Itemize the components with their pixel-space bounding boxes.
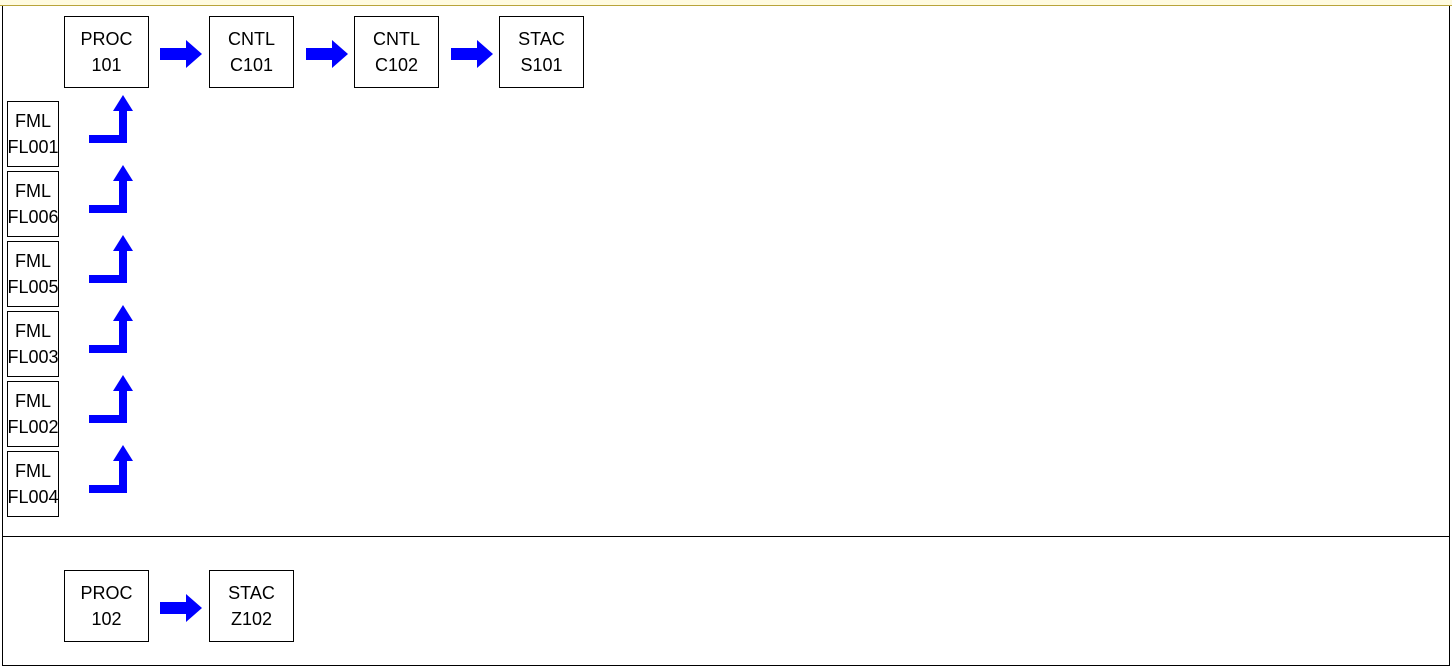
node-fml-fl001[interactable]: FML FL001 bbox=[7, 101, 59, 167]
node-id: FL006 bbox=[7, 207, 59, 227]
elbow-up-arrow-icon bbox=[89, 305, 133, 353]
node-type: PROC bbox=[80, 29, 133, 49]
node-type: FML bbox=[15, 181, 51, 201]
node-id: FL001 bbox=[7, 137, 59, 157]
node-id: Z102 bbox=[230, 609, 273, 629]
node-id: 102 bbox=[91, 609, 122, 629]
node-id: FL003 bbox=[7, 347, 59, 367]
node-proc-102[interactable]: PROC 102 bbox=[64, 570, 149, 642]
right-arrow-icon bbox=[306, 40, 348, 68]
node-cntl-c101[interactable]: CNTL C101 bbox=[209, 16, 294, 88]
node-id: C102 bbox=[374, 55, 419, 75]
node-type: STAC bbox=[228, 583, 275, 603]
node-id: 101 bbox=[91, 55, 122, 75]
right-arrow-icon bbox=[451, 40, 493, 68]
node-fml-fl003[interactable]: FML FL003 bbox=[7, 311, 59, 377]
node-type: FML bbox=[15, 251, 51, 271]
node-id: S101 bbox=[520, 55, 563, 75]
elbow-up-arrow-icon bbox=[89, 445, 133, 493]
node-fml-fl004[interactable]: FML FL004 bbox=[7, 451, 59, 517]
node-fml-fl002[interactable]: FML FL002 bbox=[7, 381, 59, 447]
node-fml-fl005[interactable]: FML FL005 bbox=[7, 241, 59, 307]
elbow-up-arrow-icon bbox=[89, 235, 133, 283]
node-id: FL004 bbox=[7, 487, 59, 507]
node-type: STAC bbox=[518, 29, 565, 49]
elbow-up-arrow-icon bbox=[89, 95, 133, 143]
node-id: FL005 bbox=[7, 277, 59, 297]
elbow-up-arrow-icon bbox=[89, 375, 133, 423]
node-type: FML bbox=[15, 321, 51, 341]
node-cntl-c102[interactable]: CNTL C102 bbox=[354, 16, 439, 88]
node-type: FML bbox=[15, 391, 51, 411]
node-type: CNTL bbox=[372, 29, 420, 49]
right-arrow-icon bbox=[160, 40, 202, 68]
node-type: FML bbox=[15, 111, 51, 131]
node-fml-fl006[interactable]: FML FL006 bbox=[7, 171, 59, 237]
elbow-up-arrow-icon bbox=[89, 165, 133, 213]
right-arrow-icon bbox=[160, 594, 202, 622]
node-type: PROC bbox=[80, 583, 133, 603]
node-id: FL002 bbox=[7, 417, 59, 437]
node-type: CNTL bbox=[227, 29, 275, 49]
node-id: C101 bbox=[229, 55, 274, 75]
node-stac-z102[interactable]: STAC Z102 bbox=[209, 570, 294, 642]
node-stac-s101[interactable]: STAC S101 bbox=[499, 16, 584, 88]
node-type: FML bbox=[15, 461, 51, 481]
node-proc-101[interactable]: PROC 101 bbox=[64, 16, 149, 88]
